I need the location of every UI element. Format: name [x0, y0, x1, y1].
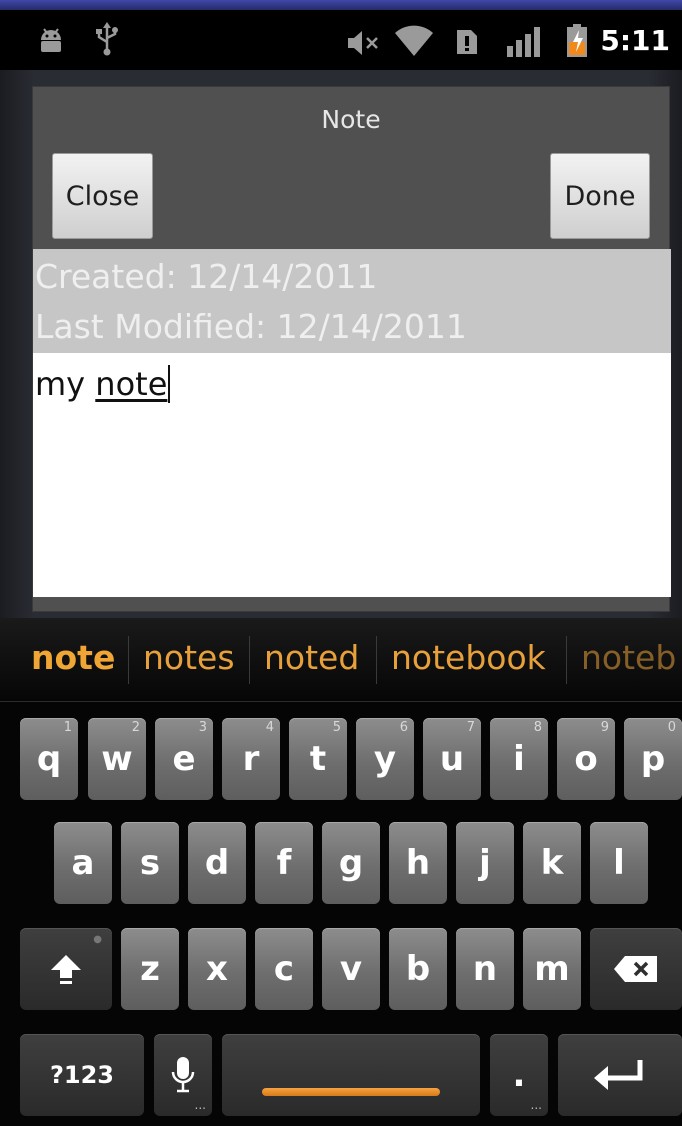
key-label: y [373, 739, 397, 779]
sim-alert-icon [457, 30, 477, 54]
key-k[interactable]: k [523, 822, 581, 904]
key-a[interactable]: a [54, 822, 112, 904]
backspace-icon [614, 956, 657, 982]
key-n[interactable]: n [456, 928, 514, 1010]
note-dialog: Note Close Done Created: 12/14/2011 Last… [32, 86, 671, 612]
key-label: o [574, 739, 598, 779]
enter-key[interactable] [558, 1034, 682, 1116]
key-label: r [242, 739, 260, 779]
key-q[interactable]: 1q [20, 718, 78, 800]
key-hint: 4 [265, 720, 274, 735]
key-b[interactable]: b [389, 928, 447, 1010]
more-dots: ... [530, 1098, 542, 1112]
suggestion-item[interactable]: noteb [581, 638, 682, 677]
shift-lock-dot: ● [93, 934, 102, 945]
shift-arrow-icon [51, 955, 81, 984]
key-v[interactable]: v [322, 928, 380, 1010]
key-label: p [640, 739, 666, 779]
signal-icon [507, 27, 540, 57]
key-j[interactable]: j [456, 822, 514, 904]
suggestion-divider [376, 636, 377, 684]
suggestion-divider [249, 636, 250, 684]
suggestion-item[interactable]: notes [143, 638, 235, 677]
key-h[interactable]: h [389, 822, 447, 904]
key-hint: 6 [399, 720, 408, 735]
space-bar-indicator [262, 1088, 440, 1096]
status-bar: 5:11 [0, 10, 682, 70]
key-hint: 3 [198, 720, 207, 735]
text-cursor [168, 365, 171, 403]
key-g[interactable]: g [322, 822, 380, 904]
shift-key[interactable]: ● [20, 928, 112, 1010]
status-time: 5:11 [600, 24, 670, 57]
modified-date: Last Modified: 12/14/2011 [35, 307, 467, 346]
key-label: i [513, 739, 525, 779]
close-button[interactable]: Close [52, 153, 153, 239]
key-e[interactable]: 3e [155, 718, 213, 800]
key-hint: 2 [131, 720, 140, 735]
key-f[interactable]: f [255, 822, 313, 904]
key-hint: 0 [667, 720, 676, 735]
suggestion-item[interactable]: notebook [391, 638, 546, 677]
space-key[interactable] [222, 1034, 480, 1116]
key-hint: 9 [600, 720, 609, 735]
suggestion-item[interactable]: note [31, 638, 115, 677]
key-hint: 1 [63, 720, 72, 735]
symbols-key[interactable]: ?123 [20, 1034, 144, 1116]
android-debug-icon [41, 28, 61, 52]
suggestion-divider [128, 636, 129, 684]
key-hint: 5 [332, 720, 341, 735]
key-o[interactable]: 9o [557, 718, 615, 800]
note-text: my note [35, 365, 171, 403]
done-button[interactable]: Done [550, 153, 650, 239]
key-label: e [172, 739, 196, 779]
created-date: Created: 12/14/2011 [35, 257, 378, 296]
voice-input-key[interactable]: ... [154, 1034, 212, 1116]
key-l[interactable]: l [590, 822, 648, 904]
note-metadata: Created: 12/14/2011 Last Modified: 12/14… [33, 249, 671, 353]
key-x[interactable]: x [188, 928, 246, 1010]
note-text-plain: my [35, 365, 96, 403]
key-m[interactable]: m [523, 928, 581, 1010]
composing-word: note [95, 365, 168, 403]
dialog-title: Note [321, 105, 381, 134]
key-hint: 8 [533, 720, 542, 735]
key-w[interactable]: 2w [88, 718, 146, 800]
key-z[interactable]: z [121, 928, 179, 1010]
key-t[interactable]: 5t [289, 718, 347, 800]
enter-arrow-icon [594, 1060, 643, 1090]
key-label: u [439, 739, 465, 779]
suggestion-item[interactable]: noted [264, 638, 359, 677]
key-p[interactable]: 0p [624, 718, 682, 800]
backspace-key[interactable] [590, 928, 682, 1010]
usb-icon [96, 22, 118, 56]
key-y[interactable]: 6y [356, 718, 414, 800]
more-dots: ... [194, 1098, 206, 1112]
key-s[interactable]: s [121, 822, 179, 904]
key-c[interactable]: c [255, 928, 313, 1010]
volume-muted-icon [348, 31, 378, 55]
suggestion-strip: note notes noted notebook noteb [0, 618, 682, 702]
key-u[interactable]: 7u [423, 718, 481, 800]
period-label: . [512, 1055, 526, 1095]
key-hint: 7 [466, 720, 475, 735]
key-label: w [101, 739, 133, 779]
key-label: q [36, 739, 62, 779]
key-i[interactable]: 8i [490, 718, 548, 800]
period-key[interactable]: . ... [490, 1034, 548, 1116]
key-r[interactable]: 4r [222, 718, 280, 800]
key-label: t [309, 739, 327, 779]
soft-keyboard: 1q 2w 3e 4r 5t 6y 7u 8i 9o 0p a s d f g … [0, 702, 682, 1126]
battery-charging-icon [567, 24, 587, 57]
suggestion-divider [566, 636, 567, 684]
top-edge [0, 0, 682, 10]
key-d[interactable]: d [188, 822, 246, 904]
wifi-icon [395, 25, 433, 56]
microphone-icon [171, 1057, 195, 1093]
note-text-field[interactable]: my note [33, 353, 671, 597]
